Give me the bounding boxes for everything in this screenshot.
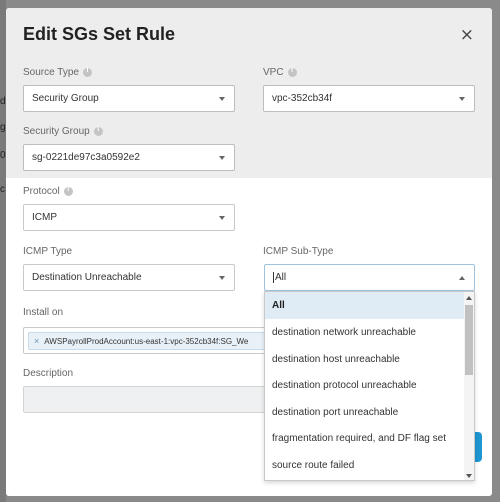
description-label: Description (23, 368, 73, 379)
text-cursor (273, 272, 274, 283)
dropdown-scrollbar[interactable] (464, 292, 474, 480)
info-icon[interactable] (63, 186, 73, 196)
security-group-select[interactable]: sg-0221de97c3a0592e2 (23, 144, 235, 171)
icmp-subtype-value: All (275, 272, 287, 283)
protocol-select[interactable]: ICMP (23, 204, 235, 231)
info-icon[interactable] (287, 67, 297, 77)
icmp-subtype-label-text: ICMP Sub-Type (263, 246, 334, 257)
background-text: d (0, 96, 6, 107)
icmp-type-label: ICMP Type (23, 246, 72, 257)
install-on-tag-text: AWSPayrollProdAccount:us-east-1:vpc-352c… (44, 336, 249, 346)
chevron-down-icon (459, 97, 465, 101)
source-type-label-text: Source Type (23, 67, 79, 78)
install-on-field[interactable]: × AWSPayrollProdAccount:us-east-1:vpc-35… (23, 327, 269, 354)
install-on-tag: × AWSPayrollProdAccount:us-east-1:vpc-35… (28, 332, 268, 350)
chevron-down-icon (219, 97, 225, 101)
modal-header-section: Edit SGs Set Rule × Source Type Security… (6, 8, 492, 178)
chevron-down-icon (219, 156, 225, 160)
dropdown-option[interactable]: fragmentation required, and DF flag set (265, 425, 464, 452)
dropdown-option[interactable]: source route failed (265, 452, 464, 479)
security-group-value: sg-0221de97c3a0592e2 (32, 152, 140, 163)
scrollbar-thumb[interactable] (465, 305, 473, 375)
close-icon[interactable]: × (460, 27, 474, 44)
source-type-value: Security Group (32, 93, 99, 104)
icmp-subtype-dropdown: All destination network unreachable dest… (264, 291, 475, 481)
source-type-select[interactable]: Security Group (23, 85, 235, 112)
protocol-label-text: Protocol (23, 186, 60, 197)
remove-tag-icon[interactable]: × (29, 336, 44, 346)
vpc-select[interactable]: vpc-352cb34f (263, 85, 475, 112)
install-on-label: Install on (23, 307, 63, 318)
vpc-label-text: VPC (263, 67, 284, 78)
dropdown-option[interactable]: destination port unreachable (265, 399, 464, 426)
chevron-up-icon (459, 276, 465, 280)
scroll-up-icon[interactable] (466, 296, 472, 300)
protocol-value: ICMP (32, 212, 57, 223)
vpc-value: vpc-352cb34f (272, 93, 333, 104)
icmp-subtype-input[interactable]: All (264, 264, 475, 291)
dropdown-option[interactable]: destination protocol unreachable (265, 372, 464, 399)
background-text: g (0, 122, 6, 133)
dropdown-option-all[interactable]: All (265, 292, 464, 319)
protocol-label: Protocol (23, 186, 73, 197)
description-label-text: Description (23, 368, 74, 379)
description-field[interactable] (23, 386, 269, 413)
source-type-label: Source Type (23, 67, 92, 78)
info-icon[interactable] (93, 126, 103, 136)
dropdown-option[interactable]: destination network unreachable (265, 319, 464, 346)
info-icon[interactable] (82, 67, 92, 77)
background-text: c (0, 184, 5, 195)
security-group-label: Security Group (23, 126, 103, 137)
background-text: 0 (0, 150, 6, 161)
scroll-down-icon[interactable] (466, 474, 472, 478)
icmp-subtype-label: ICMP Sub-Type (263, 246, 333, 257)
modal-title: Edit SGs Set Rule (23, 24, 176, 44)
icmp-type-label-text: ICMP Type (23, 246, 73, 257)
icmp-type-select[interactable]: Destination Unreachable (23, 264, 235, 291)
security-group-label-text: Security Group (23, 126, 90, 137)
vpc-label: VPC (263, 67, 297, 78)
icmp-type-value: Destination Unreachable (32, 272, 142, 283)
chevron-down-icon (219, 216, 225, 220)
dropdown-option[interactable]: destination host unreachable (265, 346, 464, 373)
install-on-label-text: Install on (23, 307, 64, 318)
chevron-down-icon (219, 276, 225, 280)
edit-rule-modal: Edit SGs Set Rule × Source Type Security… (6, 8, 492, 496)
